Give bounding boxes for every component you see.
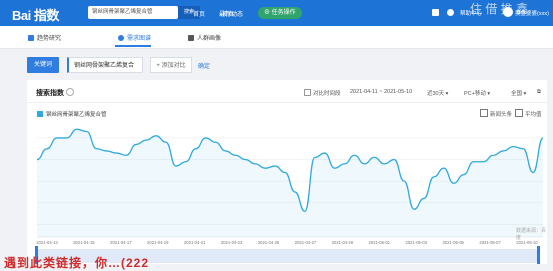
data-point[interactable] (373, 157, 375, 159)
tab-trend-research[interactable]: 趋势研究 (28, 33, 61, 42)
data-point[interactable] (86, 131, 88, 133)
data-point[interactable] (235, 154, 237, 156)
active-tab-indicator (115, 45, 151, 47)
data-point[interactable] (324, 152, 326, 154)
search-index-chart[interactable]: 2021-04-13 2021-04-15 2021-04-17 2021-04-19… (27, 80, 547, 264)
data-point[interactable] (423, 198, 425, 200)
data-point[interactable] (215, 141, 217, 143)
add-comparison-button[interactable]: + 添加对比 (150, 57, 192, 73)
search-index-panel: 搜索指数 对比时间段 2021-04-11 ~ 2021-05-10 近30天 … (27, 80, 547, 264)
crowd-icon (188, 35, 194, 41)
x-tick-label: 2021-04-25 (258, 240, 280, 245)
x-tick-label: 2021-04-15 (73, 240, 95, 245)
data-point[interactable] (433, 176, 435, 178)
message-icon[interactable] (447, 9, 454, 16)
data-point[interactable] (195, 148, 197, 150)
x-tick-label: 2021-04-17 (110, 240, 132, 245)
data-point[interactable] (354, 154, 356, 156)
data-point[interactable] (463, 174, 465, 176)
data-point[interactable] (453, 182, 455, 184)
confirm-button[interactable]: 确定 (198, 61, 210, 70)
data-point[interactable] (135, 144, 137, 146)
top-search-input[interactable]: 钢丝网骨架聚乙烯复合管 (88, 6, 178, 19)
data-point[interactable] (532, 172, 534, 174)
data-point[interactable] (492, 154, 494, 156)
x-tick-label: 2021-04-29 (332, 240, 354, 245)
nav-home-link[interactable]: 首页 (193, 9, 205, 18)
data-point[interactable] (314, 157, 316, 159)
task-button[interactable]: ⊕ 任务操作 (258, 7, 302, 19)
x-tick-label: 2021-05-05 (442, 240, 464, 245)
data-point[interactable] (274, 165, 276, 167)
data-point[interactable] (512, 146, 514, 148)
data-point[interactable] (225, 150, 227, 152)
sub-navigation: 趋势研究 需求图谱 人群画像 (0, 26, 553, 49)
keyword-label: 关键词 (27, 57, 59, 73)
x-tick-label: 2021-04-27 (295, 240, 317, 245)
x-tick-label: 2021-05-07 (479, 240, 501, 245)
data-point[interactable] (56, 137, 58, 139)
tab-demand-map[interactable]: 需求图谱 (118, 33, 151, 42)
tab-crowd-portrait[interactable]: 人群画像 (188, 33, 221, 42)
range-handle-right[interactable] (537, 246, 540, 264)
data-point[interactable] (106, 150, 108, 152)
data-point[interactable] (383, 163, 385, 165)
data-point[interactable] (502, 150, 504, 152)
baidu-index-logo[interactable]: Bai 指数 (12, 5, 59, 24)
data-point[interactable] (254, 163, 256, 165)
watermark-text: 住 借 推 鑫 (470, 2, 529, 16)
data-point[interactable] (542, 137, 544, 139)
data-point[interactable] (66, 137, 68, 139)
x-tick-label: 2021-04-13 (36, 240, 58, 245)
x-tick-label: 2021-04-19 (147, 240, 169, 245)
data-point[interactable] (125, 154, 127, 156)
data-point[interactable] (294, 191, 296, 193)
data-point[interactable] (76, 128, 78, 130)
demand-map-icon (118, 35, 124, 41)
data-point[interactable] (244, 159, 246, 161)
x-tick-label: 2021-05-01 (369, 240, 391, 245)
data-point[interactable] (264, 167, 266, 169)
data-point[interactable] (205, 137, 207, 139)
keyword-chip[interactable]: 钢丝网骨架聚乙烯复合 (67, 57, 143, 73)
data-point[interactable] (96, 148, 98, 150)
data-source-note: 数据来源：百度 (516, 228, 547, 241)
data-point[interactable] (145, 139, 147, 141)
data-point[interactable] (165, 141, 167, 143)
data-point[interactable] (473, 161, 475, 163)
data-point[interactable] (185, 161, 187, 163)
data-point[interactable] (364, 163, 366, 165)
data-point[interactable] (115, 152, 117, 154)
phone-icon[interactable] (432, 9, 439, 16)
data-point[interactable] (304, 211, 306, 213)
data-point[interactable] (403, 180, 405, 182)
trend-icon (28, 35, 34, 41)
data-point[interactable] (483, 161, 485, 163)
data-point[interactable] (334, 167, 336, 169)
data-point[interactable] (46, 148, 48, 150)
data-point[interactable] (413, 208, 415, 210)
data-point[interactable] (522, 148, 524, 150)
data-point[interactable] (36, 159, 38, 161)
video-subtitle: 遇到此类链接，你…(222 (4, 256, 150, 270)
nav-latest-link[interactable]: 最新动态 (219, 9, 243, 18)
data-point[interactable] (443, 167, 445, 169)
x-tick-label: 2021-04-23 (221, 240, 243, 245)
data-point[interactable] (175, 165, 177, 167)
x-tick-label: 2021-04-21 (184, 240, 206, 245)
data-point[interactable] (155, 135, 157, 137)
data-point[interactable] (393, 159, 395, 161)
x-tick-label: 2021-05-03 (406, 240, 428, 245)
data-point[interactable] (344, 163, 346, 165)
data-point[interactable] (284, 172, 286, 174)
top-navigation-bar: Bai 指数 钢丝网骨架聚乙烯复合管 搜索 首页 ⊕ 任务操作 首页 最新动态 … (0, 0, 553, 26)
